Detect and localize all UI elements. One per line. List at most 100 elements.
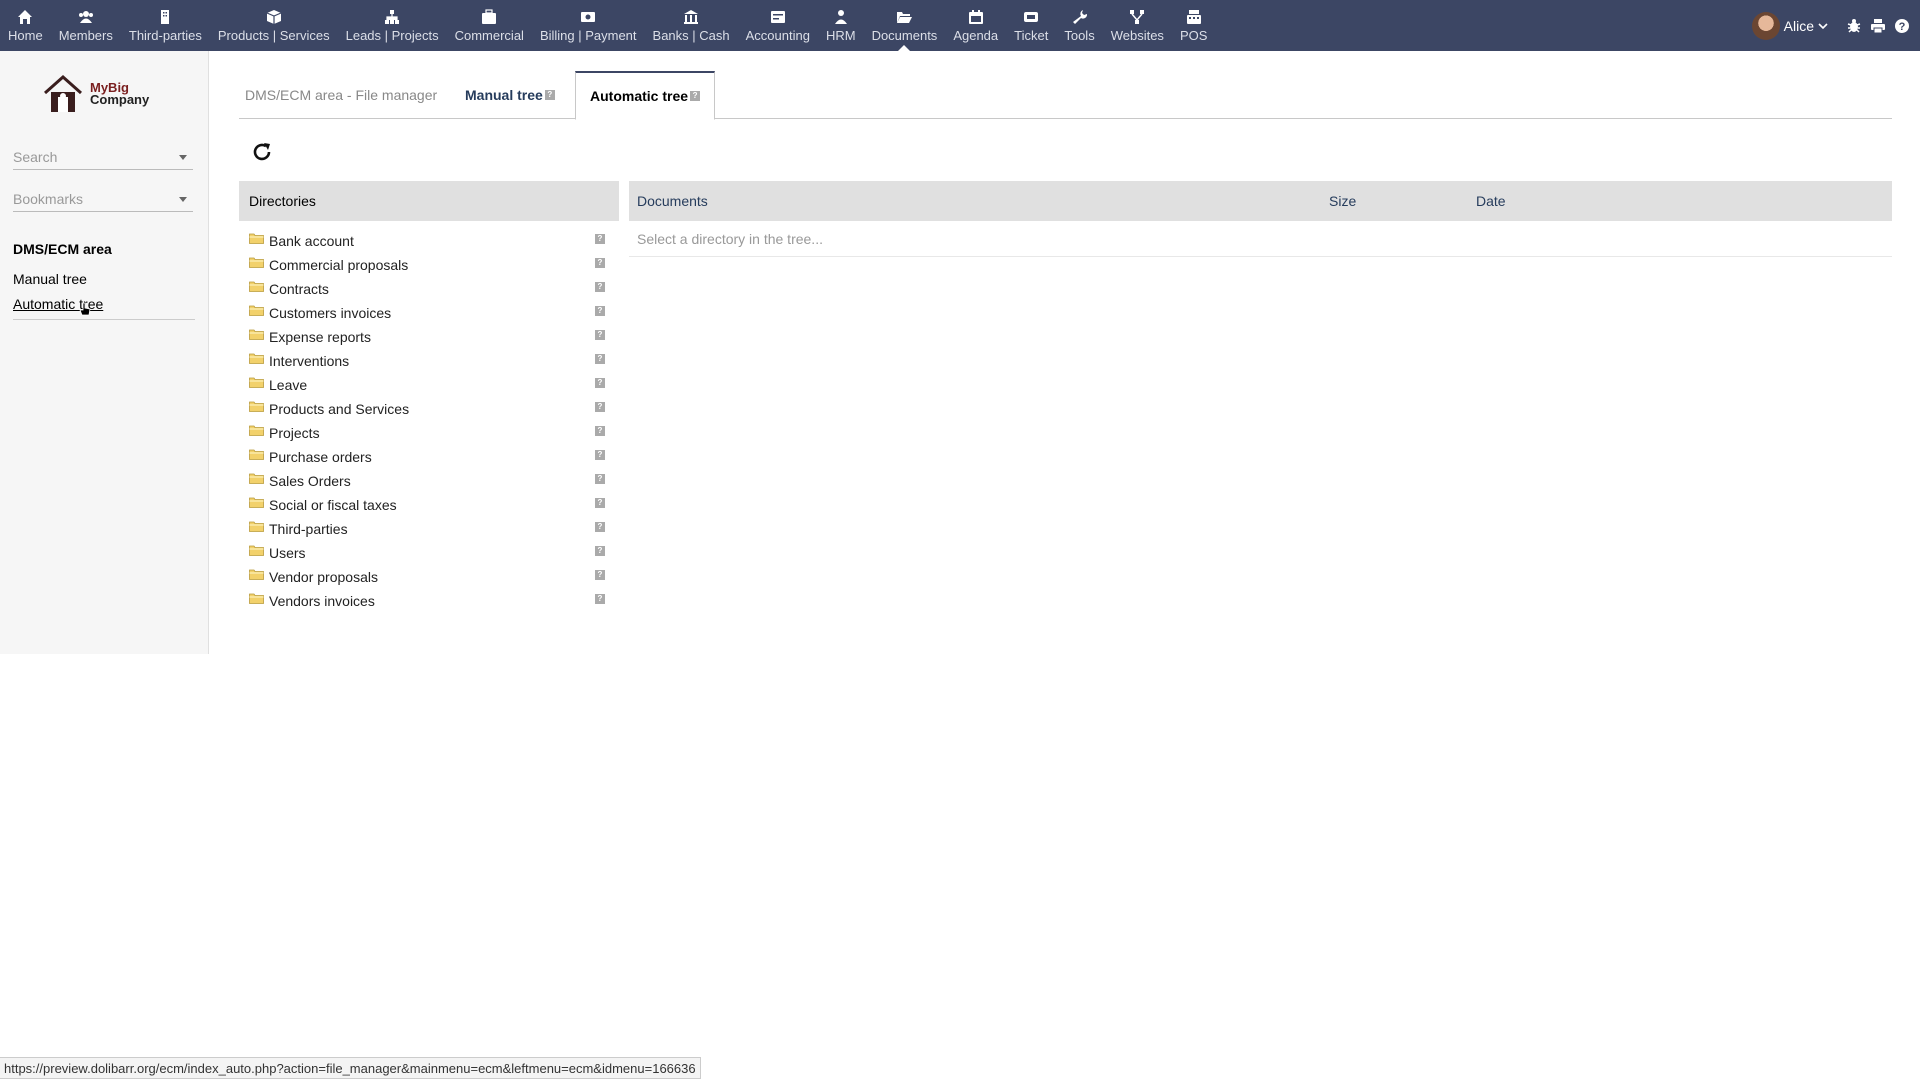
cube-icon [266, 9, 281, 24]
info-icon[interactable]: ? [595, 522, 605, 532]
documents-header: Documents Size Date [629, 181, 1892, 221]
directory-label[interactable]: Projects [269, 425, 320, 441]
info-icon[interactable]: ? [595, 330, 605, 340]
menu-item-third-parties[interactable]: Third-parties [121, 0, 210, 51]
info-icon[interactable]: ? [595, 306, 605, 316]
info-icon[interactable]: ? [595, 282, 605, 292]
directory-item[interactable]: Social or fiscal taxes? [239, 493, 619, 517]
directory-item[interactable]: Third-parties? [239, 517, 619, 541]
directory-label[interactable]: Contracts [269, 281, 329, 297]
directory-item[interactable]: Sales Orders? [239, 469, 619, 493]
info-icon[interactable]: ? [595, 234, 605, 244]
menu-item-pos[interactable]: POS [1172, 0, 1215, 51]
info-icon[interactable]: ? [595, 378, 605, 388]
directory-item[interactable]: Customers invoices? [239, 301, 619, 325]
directory-item[interactable]: Commercial proposals? [239, 253, 619, 277]
menu-item-accounting[interactable]: Accounting [738, 0, 818, 51]
menu-item-tools[interactable]: Tools [1056, 0, 1102, 51]
sidebar-link-manual-tree[interactable]: Manual tree [13, 271, 87, 287]
caret-down-icon [179, 155, 187, 160]
user-name[interactable]: Alice [1784, 18, 1814, 34]
menu-item-websites[interactable]: Websites [1103, 0, 1172, 51]
directory-item[interactable]: Leave? [239, 373, 619, 397]
chevron-down-icon[interactable] [1818, 21, 1828, 31]
directory-item[interactable]: Vendors invoices? [239, 589, 619, 613]
directory-label[interactable]: Customers invoices [269, 305, 391, 321]
user-tie-icon [834, 9, 847, 24]
directory-label[interactable]: Third-parties [269, 521, 348, 537]
directory-label[interactable]: Expense reports [269, 329, 371, 345]
search-select[interactable]: Search [13, 146, 193, 170]
column-documents[interactable]: Documents [637, 193, 708, 209]
column-size[interactable]: Size [1329, 193, 1356, 209]
folder-icon [249, 545, 264, 556]
info-icon[interactable]: ? [595, 498, 605, 508]
directory-label[interactable]: Sales Orders [269, 473, 351, 489]
search-placeholder: Search [13, 149, 58, 165]
info-icon[interactable]: ? [595, 258, 605, 268]
info-icon[interactable]: ? [595, 570, 605, 580]
menu-item-commercial[interactable]: Commercial [447, 0, 532, 51]
menu-item-banks-cash[interactable]: Banks | Cash [645, 0, 738, 51]
directory-item[interactable]: Projects? [239, 421, 619, 445]
directory-label[interactable]: Leave [269, 377, 307, 393]
directory-item[interactable]: Interventions? [239, 349, 619, 373]
folder-icon [249, 233, 264, 244]
menu-item-leads-projects[interactable]: Leads | Projects [338, 0, 447, 51]
menu-item-home[interactable]: Home [0, 0, 51, 51]
avatar[interactable] [1751, 11, 1780, 40]
directory-label[interactable]: Social or fiscal taxes [269, 497, 397, 513]
menu-item-label: Websites [1110, 27, 1164, 43]
menu-item-hrm[interactable]: HRM [818, 0, 864, 51]
folder-icon [249, 281, 264, 292]
directory-item[interactable]: Expense reports? [239, 325, 619, 349]
bookmarks-select[interactable]: Bookmarks [13, 188, 193, 212]
directory-item[interactable]: Products and Services? [239, 397, 619, 421]
directory-label[interactable]: Bank account [269, 233, 354, 249]
directory-label[interactable]: Interventions [269, 353, 349, 369]
directory-label[interactable]: Purchase orders [269, 449, 372, 465]
help-icon[interactable]: ? [1894, 18, 1910, 34]
section-title[interactable]: DMS/ECM area [13, 241, 112, 257]
directory-label[interactable]: Users [269, 545, 306, 561]
info-icon[interactable]: ? [595, 354, 605, 364]
tab-manual-label[interactable]: Manual tree [465, 87, 543, 103]
network-icon [1130, 9, 1145, 24]
tab-manual-tree[interactable]: Manual tree? [465, 71, 555, 119]
info-icon[interactable]: ? [595, 450, 605, 460]
menu-item-label: Leads | Projects [345, 27, 439, 43]
tab-automatic-label[interactable]: Automatic tree [590, 88, 688, 104]
column-date[interactable]: Date [1476, 193, 1506, 209]
directories-panel: Directories Bank account? Commercial prop… [239, 181, 619, 613]
refresh-icon[interactable] [250, 140, 274, 164]
menu-item-agenda[interactable]: Agenda [945, 0, 1006, 51]
directory-label[interactable]: Vendors invoices [269, 593, 375, 609]
directory-item[interactable]: Users? [239, 541, 619, 565]
directory-item[interactable]: Bank account? [239, 229, 619, 253]
tab-header-text: DMS/ECM area - File manager [245, 87, 438, 103]
tab-automatic-tree[interactable]: Automatic tree? [575, 71, 716, 120]
info-icon[interactable]: ? [595, 426, 605, 436]
info-icon[interactable]: ? [595, 594, 605, 604]
print-icon[interactable] [1870, 18, 1886, 34]
directory-label[interactable]: Vendor proposals [269, 569, 378, 585]
directory-label[interactable]: Commercial proposals [269, 257, 408, 273]
info-icon[interactable]: ? [595, 402, 605, 412]
menu-item-members[interactable]: Members [51, 0, 121, 51]
directory-item[interactable]: Vendor proposals? [239, 565, 619, 589]
info-icon[interactable]: ? [595, 546, 605, 556]
directory-item[interactable]: Contracts? [239, 277, 619, 301]
logo-text: MyBig Company [90, 81, 149, 106]
menu-item-billing-payment[interactable]: Billing | Payment [532, 0, 645, 51]
menu-item-ticket[interactable]: Ticket [1006, 0, 1056, 51]
directory-label[interactable]: Products and Services [269, 401, 409, 417]
info-icon[interactable]: ? [595, 474, 605, 484]
menu-item-documents[interactable]: Documents [864, 0, 946, 51]
directory-item[interactable]: Purchase orders? [239, 445, 619, 469]
bug-icon[interactable] [1846, 18, 1862, 34]
user-menu[interactable]: Alice [1751, 11, 1828, 40]
folder-icon [249, 521, 264, 532]
company-logo[interactable]: MyBig Company [42, 73, 149, 115]
menu-item-products-services[interactable]: Products | Services [210, 0, 338, 51]
money-icon [581, 11, 596, 22]
